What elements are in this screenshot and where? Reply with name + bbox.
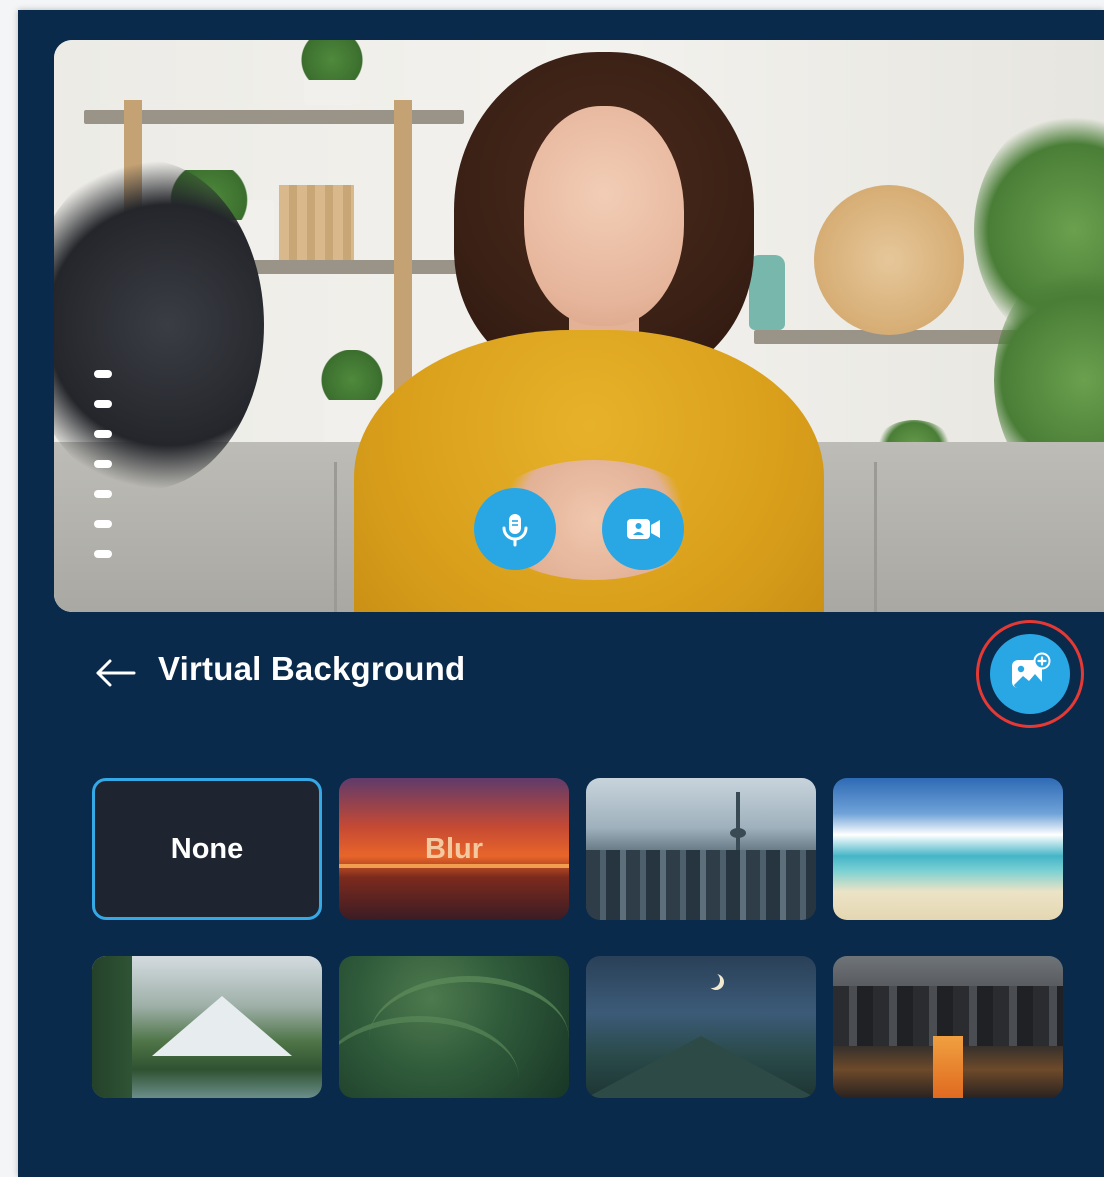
background-tile-mountain-lake[interactable]	[92, 956, 322, 1098]
page-title: Virtual Background	[158, 650, 466, 687]
arrow-left-icon[interactable]	[94, 658, 138, 688]
add-background-button[interactable]	[990, 634, 1070, 714]
image-add-icon	[1012, 652, 1051, 689]
video-camera-icon	[627, 519, 660, 539]
background-tile-city-skyline[interactable]	[586, 778, 816, 920]
background-tile-city-night[interactable]	[833, 956, 1063, 1098]
microphone-icon	[502, 514, 528, 547]
tile-label: Blur	[425, 832, 483, 865]
background-tile-blur[interactable]: Blur	[339, 778, 569, 920]
background-tile-palm-leaves[interactable]	[339, 956, 569, 1098]
background-tile-none[interactable]: None	[92, 778, 322, 920]
background-tile-beach[interactable]	[833, 778, 1063, 920]
tile-label: None	[170, 832, 244, 865]
virtual-background-panel: Virtual Background None Blur	[18, 10, 1104, 1177]
video-preview	[54, 40, 1104, 612]
microphone-button[interactable]	[474, 488, 556, 570]
volume-indicator	[94, 370, 114, 580]
background-tile-night-mountain[interactable]	[586, 956, 816, 1098]
camera-button[interactable]	[602, 488, 684, 570]
